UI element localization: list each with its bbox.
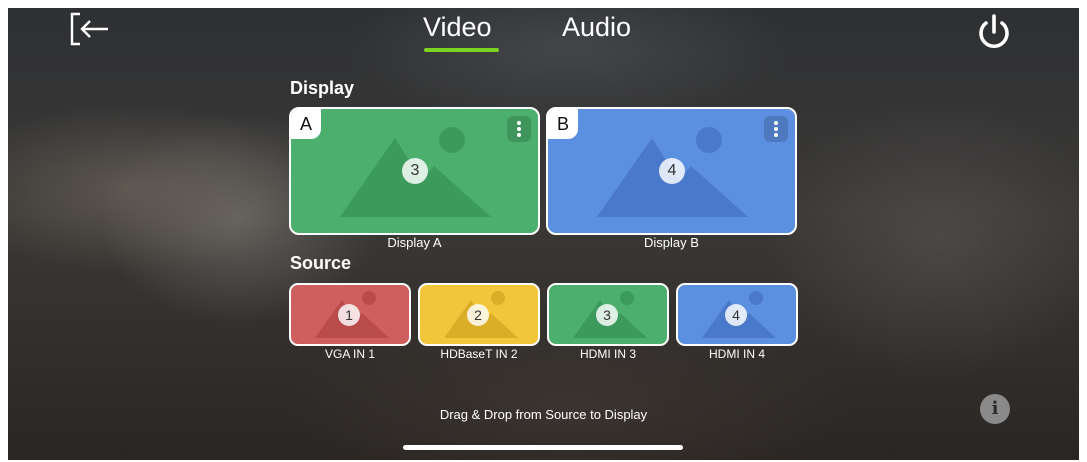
display-card-b[interactable]: B 4	[546, 107, 797, 235]
info-icon[interactable]: i	[980, 394, 1010, 424]
source-number: 3	[596, 304, 618, 326]
kebab-menu-icon[interactable]	[507, 116, 531, 142]
assigned-source-number: 4	[659, 158, 685, 184]
power-icon	[979, 14, 1009, 49]
display-caption: Display A	[387, 235, 442, 250]
kebab-menu-icon[interactable]	[764, 116, 788, 142]
source-caption: HDBaseT IN 2	[440, 347, 518, 361]
source-section-label: Source	[290, 253, 352, 273]
display-tag: A	[291, 109, 321, 139]
source-card-hdbaset-in-2[interactable]: 2	[418, 283, 540, 346]
source-caption: HDMI IN 4	[708, 347, 765, 361]
source-number: 4	[725, 304, 747, 326]
assigned-source-number: 3	[402, 158, 428, 184]
background-photo	[8, 8, 1079, 460]
display-card-a[interactable]: A 3	[289, 107, 540, 235]
exit-icon	[70, 12, 108, 46]
source-number: 1	[338, 304, 360, 326]
power-button[interactable]	[974, 12, 1014, 52]
source-card-hdmi-in-3[interactable]: 3	[547, 283, 669, 346]
display-section-label: Display	[290, 78, 355, 98]
source-card-hdmi-in-4[interactable]: 4	[676, 283, 798, 346]
tab-audio[interactable]: Audio	[562, 12, 631, 43]
active-tab-indicator	[424, 48, 499, 52]
display-tag: B	[548, 109, 578, 139]
drag-drop-hint: Drag & Drop from Source to Display	[439, 407, 648, 422]
source-caption: HDMI IN 3	[579, 347, 636, 361]
source-card-vga-in-1[interactable]: 1	[289, 283, 411, 346]
tab-video[interactable]: Video	[423, 12, 492, 43]
display-caption: Display B	[644, 235, 699, 250]
source-caption: VGA IN 1	[324, 347, 376, 361]
home-indicator[interactable]	[403, 445, 683, 450]
exit-button[interactable]	[70, 12, 110, 46]
source-number: 2	[467, 304, 489, 326]
